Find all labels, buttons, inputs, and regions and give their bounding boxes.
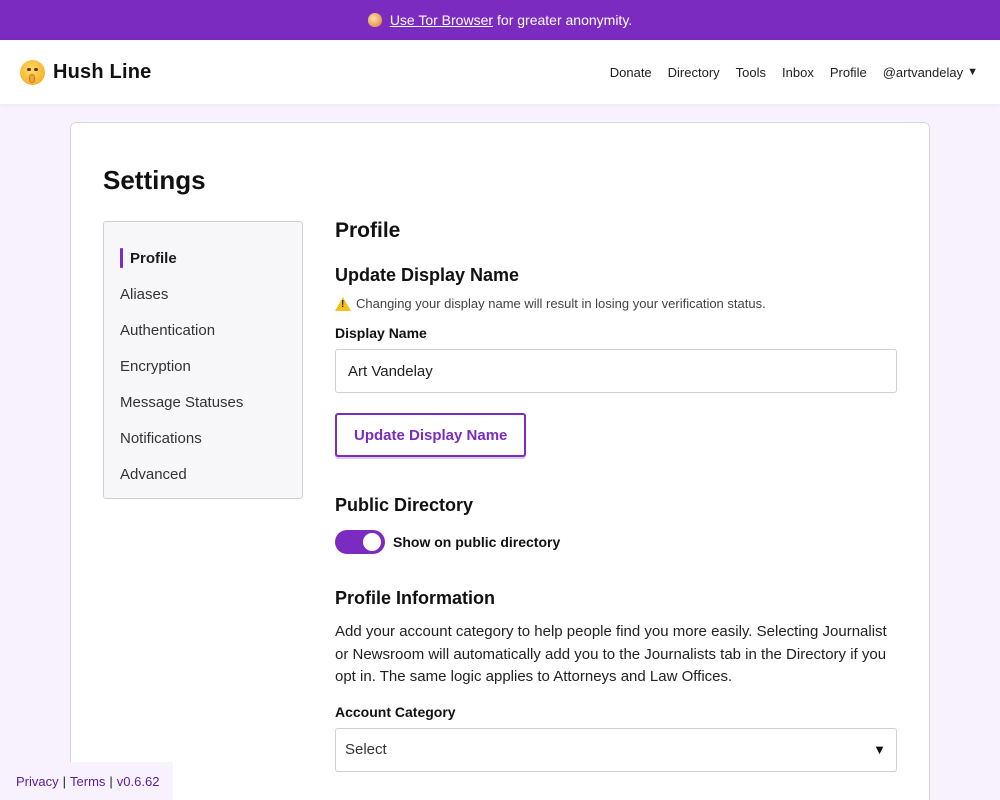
- nav-links: Donate Directory Tools Inbox Profile @ar…: [610, 65, 978, 80]
- nav-profile[interactable]: Profile: [830, 65, 867, 80]
- banner-text: for greater anonymity.: [497, 12, 633, 28]
- account-category-label: Account Category: [335, 703, 456, 720]
- sidebar-item-label: Encryption: [120, 357, 191, 375]
- sidebar-item-authentication[interactable]: Authentication: [104, 312, 302, 348]
- display-name-label: Display Name: [335, 325, 427, 341]
- display-name-input[interactable]: [335, 349, 897, 393]
- chevron-down-icon: ▼: [873, 742, 886, 757]
- sidebar-item-label: Message Statuses: [120, 393, 244, 411]
- caret-down-icon: ▼: [967, 66, 978, 78]
- privacy-link[interactable]: Privacy: [16, 774, 59, 789]
- tor-banner: Use Tor Browser for greater anonymity.: [0, 0, 1000, 40]
- sidebar-item-encryption[interactable]: Encryption: [104, 348, 302, 384]
- update-display-name-button[interactable]: Update Display Name: [335, 413, 527, 457]
- sidebar-item-aliases[interactable]: Aliases: [104, 276, 302, 312]
- page-title: Settings: [103, 165, 206, 195]
- nav-tools[interactable]: Tools: [736, 65, 766, 80]
- public-directory-toggle[interactable]: [335, 530, 385, 554]
- settings-card: Settings Profile Aliases Authentication …: [70, 122, 930, 800]
- sidebar-item-notifications[interactable]: Notifications: [104, 420, 302, 456]
- version-link[interactable]: v0.6.62: [117, 774, 160, 789]
- shushing-face-icon: [20, 59, 45, 85]
- brand-name: Hush Line: [53, 60, 152, 83]
- onion-icon: [367, 13, 382, 27]
- nav-directory[interactable]: Directory: [668, 65, 720, 80]
- display-name-heading: Update Display Name: [335, 265, 520, 285]
- footer: Privacy | Terms | v0.6.62: [0, 762, 173, 800]
- sidebar-item-label: Aliases: [120, 285, 169, 303]
- select-value: Select: [345, 741, 387, 758]
- sidebar-item-label: Authentication: [120, 321, 216, 339]
- sidebar-item-label: Advanced: [120, 465, 187, 483]
- warning-icon: [335, 296, 351, 311]
- directory-toggle-row: Show on public directory: [335, 530, 897, 554]
- toggle-label: Show on public directory: [393, 534, 561, 550]
- username: @artvandelay: [882, 64, 964, 80]
- nav-donate[interactable]: Donate: [610, 65, 652, 80]
- public-directory-heading: Public Directory: [335, 495, 474, 515]
- footer-separator: |: [109, 773, 113, 789]
- terms-link[interactable]: Terms: [70, 774, 105, 789]
- sidebar-item-advanced[interactable]: Advanced: [104, 456, 302, 492]
- warning-text: Changing your display name will result i…: [356, 296, 766, 311]
- sidebar-item-label: Notifications: [120, 429, 202, 447]
- active-indicator: [120, 248, 123, 268]
- user-menu-button[interactable]: @artvandelay ▼: [883, 65, 978, 80]
- profile-information-heading: Profile Information: [335, 588, 496, 608]
- sidebar-item-message-statuses[interactable]: Message Statuses: [104, 384, 302, 420]
- sidebar-item-label: Profile: [130, 249, 177, 267]
- sidebar-item-profile[interactable]: Profile: [104, 240, 302, 276]
- toggle-knob: [363, 533, 381, 551]
- verification-warning: Changing your display name will result i…: [335, 296, 897, 311]
- profile-information-description: Add your account category to help people…: [335, 623, 887, 685]
- profile-settings: Profile Update Display Name Changing you…: [335, 219, 897, 772]
- top-navigation: Hush Line Donate Directory Tools Inbox P…: [0, 40, 1000, 104]
- account-category-select[interactable]: Select ▼: [335, 727, 897, 772]
- nav-inbox[interactable]: Inbox: [782, 65, 814, 80]
- footer-separator: |: [62, 773, 67, 789]
- brand[interactable]: Hush Line: [20, 59, 152, 85]
- section-heading: Profile: [335, 219, 401, 242]
- use-tor-browser-link[interactable]: Use Tor Browser: [390, 12, 493, 28]
- settings-sidebar: Profile Aliases Authentication Encryptio…: [103, 221, 303, 499]
